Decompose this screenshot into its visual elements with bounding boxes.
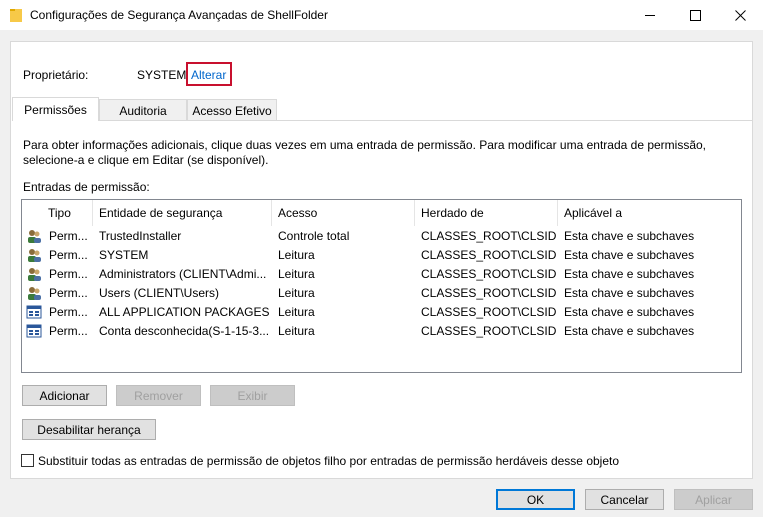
cell-type: Perm... xyxy=(49,305,88,319)
change-owner-link[interactable]: Alterar xyxy=(191,68,226,82)
owner-label: Proprietário: xyxy=(23,68,89,82)
tab-label: Permissões xyxy=(24,102,87,117)
add-button[interactable]: Adicionar xyxy=(22,385,107,406)
info-text-line2: selecione-a e clique em Editar (se dispo… xyxy=(23,153,269,167)
close-icon xyxy=(735,9,746,21)
column-header-label: Aplicável a xyxy=(564,206,623,220)
cell-principal: SYSTEM xyxy=(99,248,149,262)
disable-inheritance-button[interactable]: Desabilitar herança xyxy=(22,419,156,440)
tab-label: Acesso Efetivo xyxy=(192,103,272,118)
cell-inherited: CLASSES_ROOT\CLSID... xyxy=(421,229,556,243)
cell-applies: Esta chave e subchaves xyxy=(564,324,695,338)
users-icon xyxy=(28,287,41,300)
cell-principal: TrustedInstaller xyxy=(99,229,182,243)
users-icon xyxy=(28,249,41,262)
cell-principal: Conta desconhecida(S-1-15-3... xyxy=(99,324,269,338)
app-package-icon xyxy=(26,324,42,338)
replace-child-permissions-label[interactable]: Substituir todas as entradas de permissã… xyxy=(38,454,619,468)
cell-access: Controle total xyxy=(278,229,350,243)
cell-inherited: CLASSES_ROOT\CLSID... xyxy=(421,267,556,281)
tab-divider xyxy=(12,120,753,121)
button-label: Desabilitar herança xyxy=(37,422,141,437)
button-label: Exibir xyxy=(237,388,268,403)
permission-entries-list[interactable]: Tipo Entidade de segurança Acesso Herdad… xyxy=(21,199,742,373)
cell-applies: Esta chave e subchaves xyxy=(564,267,695,281)
column-header-label: Herdado de xyxy=(421,206,484,220)
cell-principal: Administrators (CLIENT\Admi... xyxy=(99,267,267,281)
users-icon xyxy=(28,230,41,243)
cell-inherited: CLASSES_ROOT\CLSID... xyxy=(421,286,556,300)
column-header-principal[interactable]: Entidade de segurança xyxy=(93,200,272,226)
entries-label: Entradas de permissão: xyxy=(23,180,150,194)
column-header-label: Tipo xyxy=(48,206,71,220)
table-row[interactable]: Perm... Users (CLIENT\Users) Leitura CLA… xyxy=(22,283,741,302)
apply-button[interactable]: Aplicar xyxy=(674,489,753,510)
cell-access: Leitura xyxy=(278,286,315,300)
info-text-line1: Para obter informações adicionais, cliqu… xyxy=(23,138,707,152)
column-header-applies[interactable]: Aplicável a xyxy=(558,200,741,226)
button-label: Adicionar xyxy=(39,388,90,403)
cell-access: Leitura xyxy=(278,248,315,262)
maximize-icon xyxy=(690,9,701,21)
close-button[interactable] xyxy=(718,0,763,30)
owner-value: SYSTEM xyxy=(137,68,187,82)
column-header-type[interactable]: Tipo xyxy=(42,200,93,226)
button-label: Aplicar xyxy=(695,492,732,507)
ok-button[interactable]: OK xyxy=(496,489,575,510)
cell-applies: Esta chave e subchaves xyxy=(564,305,695,319)
cell-inherited: CLASSES_ROOT\CLSID... xyxy=(421,324,556,338)
cell-inherited: CLASSES_ROOT\CLSID... xyxy=(421,305,556,319)
cell-applies: Esta chave e subchaves xyxy=(564,248,695,262)
table-row[interactable]: Perm... Administrators (CLIENT\Admi... L… xyxy=(22,264,741,283)
cell-type: Perm... xyxy=(49,248,88,262)
minimize-icon xyxy=(645,14,655,16)
button-label: OK xyxy=(526,492,545,507)
cell-applies: Esta chave e subchaves xyxy=(564,286,695,300)
window-title: Configurações de Segurança Avançadas de … xyxy=(30,8,328,22)
cancel-button[interactable]: Cancelar xyxy=(585,489,664,510)
minimize-button[interactable] xyxy=(628,0,673,30)
cell-type: Perm... xyxy=(49,267,88,281)
table-row[interactable]: Perm... ALL APPLICATION PACKAGES Leitura… xyxy=(22,302,741,321)
cell-type: Perm... xyxy=(49,324,88,338)
cell-type: Perm... xyxy=(49,229,88,243)
column-header-label: Entidade de segurança xyxy=(99,206,223,220)
app-package-icon xyxy=(26,305,42,319)
users-icon xyxy=(28,268,41,281)
maximize-button[interactable] xyxy=(673,0,718,30)
cell-principal: ALL APPLICATION PACKAGES xyxy=(99,305,269,319)
table-row[interactable]: Perm... Conta desconhecida(S-1-15-3... L… xyxy=(22,321,741,340)
cell-applies: Esta chave e subchaves xyxy=(564,229,695,243)
title-bar: Configurações de Segurança Avançadas de … xyxy=(0,0,763,30)
replace-child-permissions-checkbox[interactable] xyxy=(21,454,34,467)
cell-access: Leitura xyxy=(278,305,315,319)
cell-inherited: CLASSES_ROOT\CLSID... xyxy=(421,248,556,262)
cell-access: Leitura xyxy=(278,324,315,338)
tab-auditing[interactable]: Auditoria xyxy=(99,99,187,121)
tab-effective-access[interactable]: Acesso Efetivo xyxy=(187,99,277,121)
column-header-access[interactable]: Acesso xyxy=(272,200,415,226)
cell-principal: Users (CLIENT\Users) xyxy=(99,286,220,300)
column-header-label: Acesso xyxy=(278,206,318,220)
table-row[interactable]: Perm... SYSTEM Leitura CLASSES_ROOT\CLSI… xyxy=(22,245,741,264)
column-header-inherited[interactable]: Herdado de xyxy=(415,200,558,226)
button-label: Remover xyxy=(134,388,183,403)
tab-label: Auditoria xyxy=(119,103,167,118)
tab-permissions[interactable]: Permissões xyxy=(12,97,99,121)
remove-button[interactable]: Remover xyxy=(116,385,201,406)
folder-icon xyxy=(10,9,22,22)
cell-type: Perm... xyxy=(49,286,88,300)
view-button[interactable]: Exibir xyxy=(210,385,295,406)
cell-access: Leitura xyxy=(278,267,315,281)
table-row[interactable]: Perm... TrustedInstaller Controle total … xyxy=(22,226,741,245)
button-label: Cancelar xyxy=(600,492,649,507)
